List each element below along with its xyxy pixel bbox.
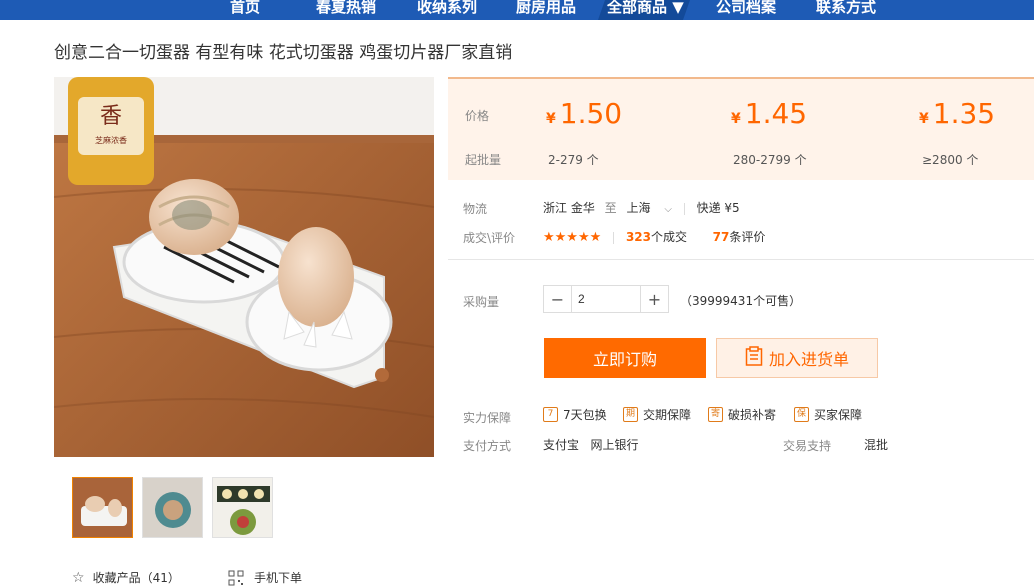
nav-kitchen[interactable]: 厨房用品 [516, 0, 576, 18]
price-tier-2: ¥1.45 [731, 97, 807, 130]
guarantee-damage[interactable]: 寄 破损补寄 [708, 406, 776, 423]
range-tier-2: 280-2799 个 [733, 153, 807, 167]
quantity-input[interactable] [571, 286, 641, 312]
trade-support-label: 交易支持 [783, 439, 832, 453]
favorite-product-link[interactable]: ☆ 收藏产品（41） [72, 569, 180, 586]
reviews-suffix: 条评价 [729, 230, 766, 244]
thumbnail-3[interactable] [212, 477, 273, 538]
price-value: 1.45 [744, 97, 808, 130]
currency-symbol: ¥ [919, 111, 929, 127]
divider [613, 231, 615, 244]
rating-stars: ★★★★★ [543, 230, 602, 245]
delivery-guarantee-icon: 期 [623, 407, 638, 422]
quantity-label: 采购量 [463, 295, 500, 309]
mobile-order-link[interactable]: 手机下单 [228, 569, 302, 586]
guarantee-text: 7天包换 [563, 408, 607, 422]
ship-from: 浙江 金华 [543, 201, 595, 215]
range-tier-3: ≥2800 个 [922, 153, 979, 167]
thumbnail-3-image [213, 478, 272, 537]
currency-symbol: ¥ [731, 111, 741, 127]
nav-all-products[interactable]: 全部商品 ▼ [607, 0, 684, 18]
qrcode-icon [228, 570, 244, 586]
thumbnail-1-image [73, 478, 132, 537]
svg-text:芝麻浓香: 芝麻浓香 [95, 135, 127, 145]
guarantee-text: 破损补寄 [728, 408, 777, 422]
star-outline-icon: ☆ [72, 569, 85, 586]
guarantee-delivery[interactable]: 期 交期保障 [623, 406, 691, 423]
deals-link[interactable]: 323个成交 [626, 230, 687, 244]
decrement-button[interactable]: − [544, 286, 571, 312]
price-panel: 价格 起批量 ¥1.50 ¥1.45 ¥1.35 2-279 个 280-279… [448, 77, 1034, 180]
range-tier-1: 2-279 个 [548, 153, 599, 167]
buy-now-label: 立即订购 [592, 350, 657, 369]
nav-storage[interactable]: 收纳系列 [417, 0, 477, 18]
thumbnail-2[interactable] [142, 477, 203, 538]
thumbnail-2-image [143, 478, 202, 537]
nav-contact[interactable]: 联系方式 [816, 0, 876, 18]
guarantee-text: 买家保障 [814, 408, 863, 422]
nav-company-profile[interactable]: 公司档案 [716, 0, 776, 18]
exchange-7day-icon: 7 [543, 407, 558, 422]
shipping-method: 快递 ¥5 [696, 201, 740, 215]
thumbnail-1[interactable] [72, 477, 133, 538]
guarantees-label: 实力保障 [463, 411, 512, 425]
chevron-down-icon: ⌵ [664, 204, 672, 215]
guarantee-buyer[interactable]: 保 买家保障 [794, 406, 862, 423]
available-stock: （39999431个可售） [680, 294, 802, 308]
svg-text:香: 香 [100, 104, 122, 129]
deals-count: 323 [625, 230, 651, 244]
cart-list-icon [745, 346, 763, 370]
buy-now-button[interactable]: 立即订购 [544, 338, 706, 378]
moq-label: 起批量 [465, 153, 502, 167]
add-to-cart-button[interactable]: 加入进货单 [716, 338, 878, 378]
guarantee-exchange[interactable]: 7 7天包换 [543, 406, 607, 423]
to-word: 至 [604, 201, 617, 215]
price-value: 1.50 [559, 97, 623, 130]
reviews-label: 成交\评价 [463, 231, 516, 245]
reviews-link[interactable]: 77条评价 [713, 230, 766, 244]
reviews-count: 77 [712, 230, 730, 244]
trade-support-value: 混批 [864, 438, 889, 452]
price-tier-1: ¥1.50 [546, 97, 622, 130]
price-label: 价格 [465, 109, 490, 123]
product-main-image[interactable]: 香 芝麻浓香 [54, 77, 434, 457]
payment-methods: 支付宝 网上银行 [543, 438, 639, 452]
reviews-row: ★★★★★ 323个成交 77条评价 [543, 228, 765, 245]
egg-slicer-photo: 香 芝麻浓香 [54, 77, 434, 457]
product-title: 创意二合一切蛋器 有型有味 花式切蛋器 鸡蛋切片器厂家直销 [54, 43, 513, 63]
quantity-stepper: − + [543, 285, 669, 313]
top-nav: 首页 春夏热销 收纳系列 厨房用品 全部商品 ▼ 公司档案 联系方式 [0, 0, 1034, 20]
increment-button[interactable]: + [641, 286, 668, 312]
divider [683, 202, 685, 215]
currency-symbol: ¥ [546, 111, 556, 127]
deals-suffix: 个成交 [651, 230, 688, 244]
nav-home[interactable]: 首页 [230, 0, 260, 18]
damage-reship-icon: 寄 [708, 407, 723, 422]
payment-label: 支付方式 [463, 439, 512, 453]
buyer-protection-shield-icon: 保 [794, 407, 809, 422]
ship-to: 上海 [626, 201, 651, 215]
ship-to-select[interactable]: 上海 ⌵ [627, 201, 676, 215]
logistics-label: 物流 [463, 202, 488, 216]
section-divider [448, 259, 1034, 260]
logistics-row: 浙江 金华 至 上海 ⌵ 快递 ¥5 [543, 199, 740, 216]
add-to-cart-label: 加入进货单 [768, 350, 849, 369]
favorite-label: 收藏产品（41） [92, 571, 180, 585]
price-tier-3: ¥1.35 [919, 97, 995, 130]
mobile-order-label: 手机下单 [254, 571, 303, 585]
guarantee-text: 交期保障 [643, 408, 692, 422]
price-value: 1.35 [932, 97, 996, 130]
nav-spring-summer[interactable]: 春夏热销 [316, 0, 376, 18]
